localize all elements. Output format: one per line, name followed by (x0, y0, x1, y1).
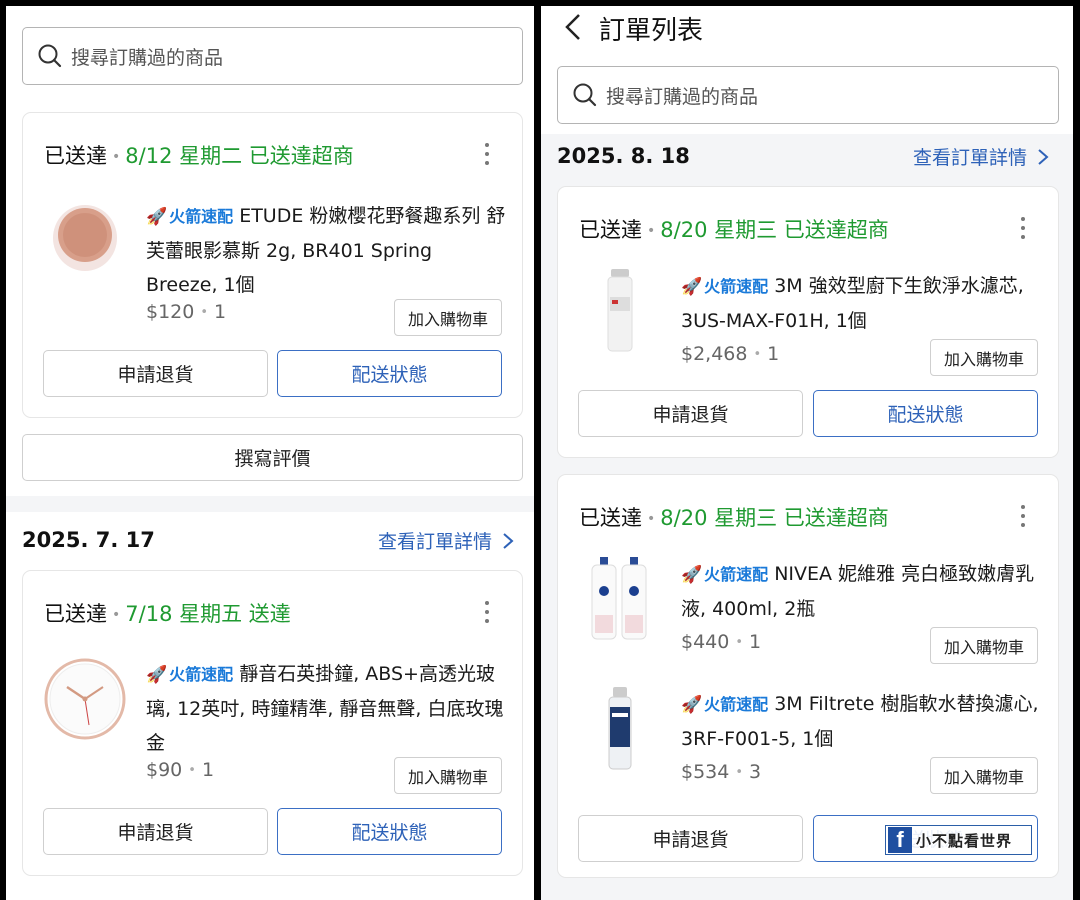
order-date: 2025. 7. 17 (22, 528, 155, 552)
product-title[interactable]: 🚀 火箭速配 ETUDE 粉嫩櫻花野餐趣系列 舒芙蕾眼影慕斯 2g, BR401 S… (146, 199, 506, 302)
delivery-status: 已送達 • 8/12 星期二 已送達超商 (44, 144, 354, 168)
add-to-cart-button[interactable]: 加入購物車 (930, 627, 1038, 664)
lotion-bottles-product-image[interactable] (584, 557, 656, 641)
request-return-button[interactable]: 申請退貨 (578, 390, 803, 437)
delivery-eta: 8/12 星期二 已送達超商 (125, 144, 354, 168)
page-title: 訂單列表 (599, 16, 704, 46)
status-label: 已送達 (44, 144, 107, 168)
back-arrow-icon[interactable] (561, 12, 585, 42)
status-label: 已送達 (579, 506, 642, 530)
search-icon (573, 83, 597, 107)
price-qty: $440 • 1 (681, 631, 762, 653)
request-return-button[interactable]: 申請退貨 (43, 808, 268, 855)
wall-clock-product-image[interactable] (43, 657, 127, 741)
product-title[interactable]: 🚀 火箭速配 3M 強效型廚下生飲淨水濾芯, 3US-MAX-F01H, 1個 (681, 269, 1042, 338)
order-actions: 申請退貨 配送狀態 (578, 390, 1038, 437)
order-actions: 申請退貨 配送狀態 (43, 350, 502, 397)
facebook-logo: f (888, 827, 912, 853)
watermark-text: 小不點看世界 (916, 831, 1013, 850)
rocket-icon: 🚀 (681, 277, 703, 297)
more-options-icon[interactable] (1020, 217, 1026, 243)
delivery-status-button[interactable]: 配送狀態 (277, 808, 502, 855)
add-to-cart-button[interactable]: 加入購物車 (930, 757, 1038, 794)
delivery-eta: 8/20 星期三 已送達超商 (660, 506, 889, 530)
view-order-details-link[interactable]: 查看訂單詳情 (913, 143, 1049, 170)
delivery-eta: 8/20 星期三 已送達超商 (660, 218, 889, 242)
order-item: 🚀 火箭速配 3M 強效型廚下生飲淨水濾芯, 3US-MAX-F01H, 1個 $2… (558, 269, 1058, 399)
delivery-status-button[interactable]: 配送狀態 (277, 350, 502, 397)
chevron-right-icon (1038, 148, 1049, 165)
eyeshadow-product-image[interactable] (49, 199, 121, 283)
view-order-details-link[interactable]: 查看訂單詳情 (378, 527, 514, 554)
left-order-panel: 搜尋訂購過的商品 已送達 • 8/12 星期二 已送達超商 🚀 火箭速配 ETUDE 粉… (6, 6, 534, 900)
rocket-icon: 🚀 (146, 665, 168, 685)
order-date: 2025. 8. 18 (557, 144, 690, 168)
price-qty: $2,468 • 1 (681, 343, 780, 365)
order-card: 已送達 • 7/18 星期五 送達 🚀 火箭速配 靜音石英掛鐘, ABS+高透光玻璃, … (22, 570, 523, 876)
search-icon (38, 44, 62, 68)
rocket-delivery-badge: 🚀 火箭速配 (681, 277, 769, 297)
rocket-delivery-badge: 🚀 火箭速配 (146, 665, 234, 685)
delivery-status: 已送達 • 8/20 星期三 已送達超商 (579, 506, 889, 530)
order-item: 🚀 火箭速配 靜音石英掛鐘, ABS+高透光玻璃, 12英吋, 時鐘精準, 靜音無聲… (23, 657, 522, 794)
request-return-button[interactable]: 申請退貨 (578, 815, 803, 862)
filter-cartridge-product-image[interactable] (584, 687, 656, 771)
watermark: f 小不點看世界 (885, 825, 1032, 855)
rocket-delivery-badge: 🚀 火箭速配 (146, 207, 234, 227)
delivery-status-button[interactable]: 配送狀態 (813, 390, 1038, 437)
add-to-cart-button[interactable]: 加入購物車 (930, 339, 1038, 376)
product-title[interactable]: 🚀 火箭速配 靜音石英掛鐘, ABS+高透光玻璃, 12英吋, 時鐘精準, 靜音無聲… (146, 657, 506, 760)
order-item: 🚀 火箭速配 3M Filtrete 樹脂軟水替換濾心, 3RF-F001-5, 1… (558, 687, 1058, 817)
price-qty: $534 • 3 (681, 761, 762, 783)
right-order-panel: 訂單列表 搜尋訂購過的商品 2025. 8. 18 查看訂單詳情 已送達 • 8/2… (541, 6, 1073, 900)
product-title[interactable]: 🚀 火箭速配 NIVEA 妮維雅 亮白極致嫩膚乳液, 400ml, 2瓶 (681, 557, 1042, 626)
rocket-delivery-badge: 🚀 火箭速配 (681, 565, 769, 585)
status-label: 已送達 (44, 602, 107, 626)
search-input[interactable]: 搜尋訂購過的商品 (22, 27, 523, 85)
order-card: 已送達 • 8/20 星期三 已送達超商 🚀 火箭速配 NIVEA 妮維雅 亮白極致嫩膚… (557, 474, 1059, 878)
search-input[interactable]: 搜尋訂購過的商品 (557, 66, 1059, 124)
search-placeholder: 搜尋訂購過的商品 (71, 46, 224, 69)
delivery-status: 已送達 • 7/18 星期五 送達 (44, 602, 291, 626)
write-review-button[interactable]: 撰寫評價 (22, 434, 523, 481)
product-title[interactable]: 🚀 火箭速配 3M Filtrete 樹脂軟水替換濾心, 3RF-F001-5, 1… (681, 687, 1042, 756)
status-label: 已送達 (579, 218, 642, 242)
add-to-cart-button[interactable]: 加入購物車 (394, 299, 502, 336)
request-return-button[interactable]: 申請退貨 (43, 350, 268, 397)
delivery-status: 已送達 • 8/20 星期三 已送達超商 (579, 218, 889, 242)
more-options-icon[interactable] (484, 143, 490, 169)
more-options-icon[interactable] (484, 601, 490, 627)
more-options-icon[interactable] (1020, 505, 1026, 531)
search-placeholder: 搜尋訂購過的商品 (606, 85, 759, 108)
rocket-delivery-badge: 🚀 火箭速配 (681, 695, 769, 715)
water-filter-product-image[interactable] (584, 269, 656, 353)
price-qty: $90 • 1 (146, 759, 215, 781)
order-card: 已送達 • 8/12 星期二 已送達超商 🚀 火箭速配 ETUDE 粉嫩櫻花野餐趣系列 … (22, 112, 523, 418)
rocket-icon: 🚀 (681, 695, 703, 715)
rocket-icon: 🚀 (681, 565, 703, 585)
order-item: 🚀 火箭速配 NIVEA 妮維雅 亮白極致嫩膚乳液, 400ml, 2瓶 $440 •… (558, 557, 1058, 687)
chevron-right-icon (503, 532, 514, 549)
add-to-cart-button[interactable]: 加入購物車 (394, 757, 502, 794)
order-item: 🚀 火箭速配 ETUDE 粉嫩櫻花野餐趣系列 舒芙蕾眼影慕斯 2g, BR401 S… (23, 199, 522, 336)
delivery-eta: 7/18 星期五 送達 (125, 602, 291, 626)
order-card: 已送達 • 8/20 星期三 已送達超商 🚀 火箭速配 3M 強效型廚下生飲淨水濾芯, … (557, 186, 1059, 458)
price-qty: $120 • 1 (146, 301, 227, 323)
order-actions: 申請退貨 配送狀態 (43, 808, 502, 855)
rocket-icon: 🚀 (146, 207, 168, 227)
